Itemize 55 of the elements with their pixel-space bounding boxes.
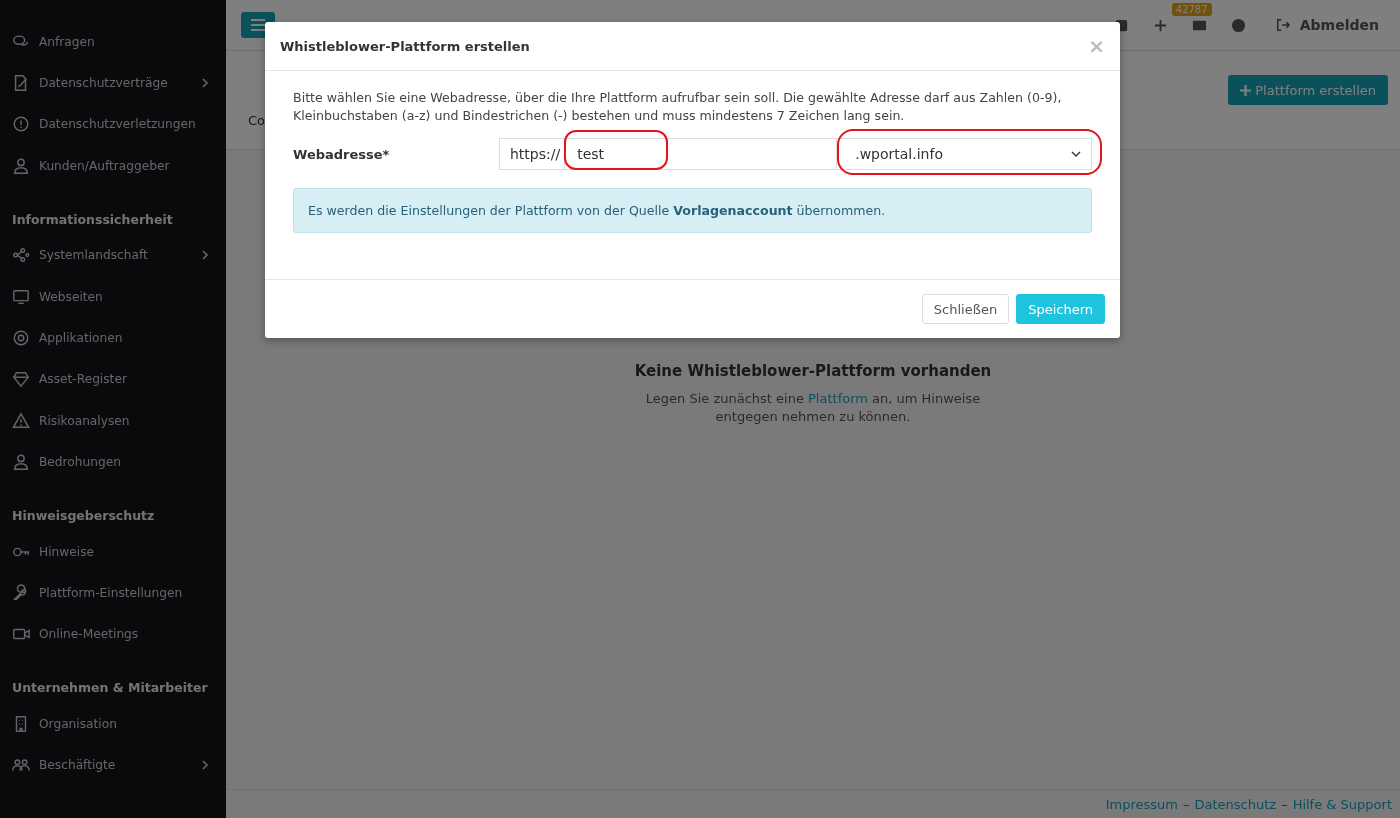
domain-select[interactable]: .wportal.info bbox=[837, 138, 1092, 170]
alert-icon bbox=[12, 115, 30, 134]
warning-icon bbox=[12, 411, 30, 430]
chevron-right-icon bbox=[200, 78, 210, 89]
logout-button[interactable]: Abmelden bbox=[1269, 16, 1385, 34]
plus-icon[interactable] bbox=[1152, 17, 1168, 33]
page-tab[interactable]: Co bbox=[248, 113, 266, 128]
sidebar-item[interactable]: Anfragen bbox=[0, 21, 226, 63]
sidebar-item[interactable]: Organisation bbox=[0, 703, 226, 745]
save-button[interactable]: Speichern bbox=[1016, 294, 1105, 324]
sidebar-item[interactable]: Asset-Register bbox=[0, 358, 226, 401]
url-prefix: https:// bbox=[499, 138, 565, 170]
network-icon bbox=[12, 246, 30, 265]
subdomain-input[interactable]: test bbox=[564, 138, 838, 170]
footer-link[interactable]: Datenschutz bbox=[1194, 796, 1277, 812]
sidebar-item[interactable]: Systemlandschaft bbox=[0, 234, 226, 276]
create-platform-button[interactable]: Plattform erstellen bbox=[1228, 75, 1388, 105]
sidebar-item[interactable]: Applikationen bbox=[0, 317, 226, 359]
sidebar-item[interactable]: Webseiten bbox=[0, 275, 226, 318]
footer-link[interactable]: Impressum bbox=[1105, 796, 1178, 812]
sidebar-item[interactable]: Hinweise bbox=[0, 530, 226, 573]
chevron-right-icon bbox=[200, 250, 210, 261]
empty-state-title: Keine Whistleblower-Plattform vorhanden bbox=[633, 362, 993, 380]
user-icon bbox=[12, 453, 30, 472]
sidebar-section-title: Hinweisgeberschutz bbox=[11, 506, 156, 525]
sidebar-item[interactable]: Datenschutzverträge bbox=[0, 62, 226, 104]
dialog-title: Whistleblower-Plattform erstellen bbox=[280, 38, 530, 54]
sidebar-item[interactable]: Plattform-Einstellungen bbox=[0, 572, 226, 614]
plus-icon bbox=[1240, 84, 1252, 96]
user-icon bbox=[12, 156, 30, 175]
intro-text: Bitte wählen Sie eine Webadresse, über die Ihre Plattform aufrufbar sein soll. Die gewählte Adresse darf aus Zahlen (0-9), Kleinbuchstaben (a-z) und Bindestrichen (-) bestehen und muss mindestens 7 Zeichen lang sein. bbox=[293, 89, 1063, 125]
notification-badge: 42787 bbox=[1171, 2, 1212, 16]
target-icon bbox=[12, 329, 30, 348]
field-label: Webadresse* bbox=[293, 146, 391, 162]
sidebar-section-title: Informationssicherheit bbox=[11, 210, 174, 229]
monitor-icon bbox=[12, 287, 30, 306]
empty-state-text: Legen Sie zunächst eine Plattform an, um Hinweise entgegen nehmen zu können. bbox=[644, 390, 982, 426]
sidebar-item[interactable]: Kunden/Auftraggeber bbox=[0, 145, 226, 187]
footer-separator: – bbox=[1281, 796, 1288, 812]
sidebar-item[interactable]: Risikoanalysen bbox=[0, 400, 226, 442]
footer-separator: – bbox=[1183, 796, 1190, 812]
chevron-down-icon bbox=[1071, 151, 1081, 157]
sidebar-item[interactable]: Online-Meetings bbox=[0, 613, 226, 656]
info-alert: Es werden die Einstellungen der Plattform von der Quelle Vorlagenaccount übernommen. bbox=[293, 188, 1092, 233]
sidebar-section-title: Unternehmen & Mitarbeiter bbox=[11, 679, 209, 698]
footer-link[interactable]: Hilfe & Support bbox=[1292, 796, 1392, 812]
close-button[interactable]: × bbox=[1088, 34, 1105, 58]
diamond-icon bbox=[12, 370, 30, 389]
sidebar-item[interactable]: Beschäftigte bbox=[0, 744, 226, 786]
logout-icon bbox=[1275, 18, 1290, 32]
chevron-right-icon bbox=[200, 760, 210, 771]
close-dialog-button[interactable]: Schließen bbox=[921, 294, 1010, 324]
sidebar-item[interactable]: Bedrohungen bbox=[0, 441, 226, 483]
sidebar-item[interactable]: Datenschutzverletzungen bbox=[0, 103, 226, 146]
platform-link[interactable]: Plattform bbox=[808, 391, 868, 406]
